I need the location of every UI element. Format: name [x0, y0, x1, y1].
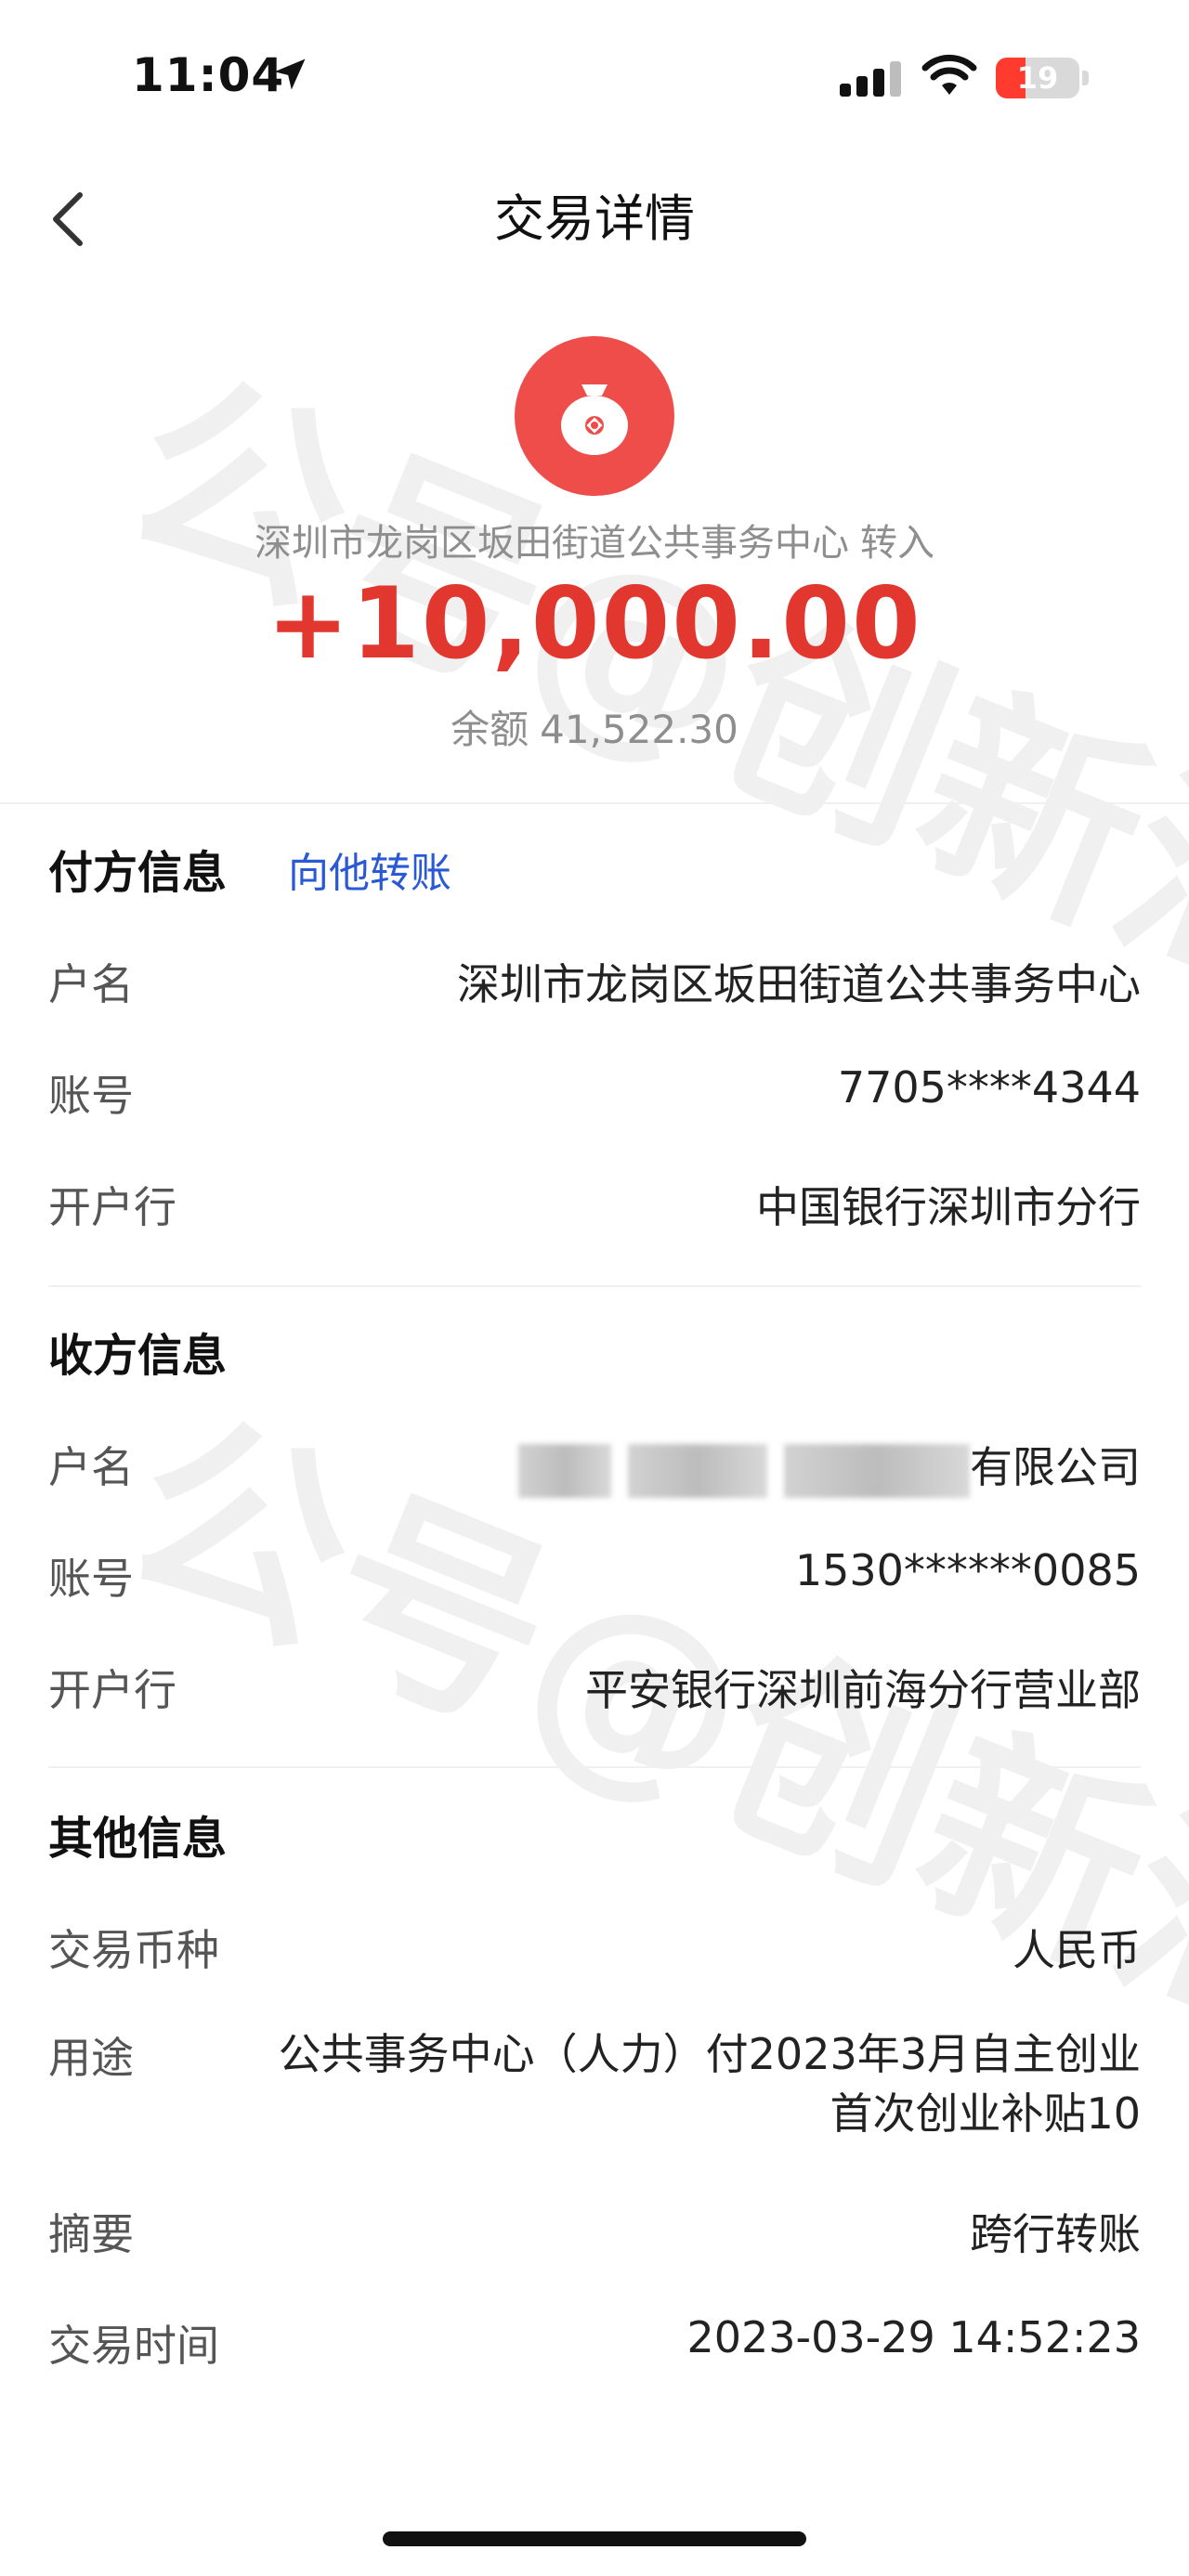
- balance-label: 余额: [451, 707, 529, 752]
- counterparty-name: 深圳市龙岗区坂田街道公共事务中心: [255, 522, 849, 565]
- purpose-line-1: 公共事务中心（人力）付2023年3月自主创业: [278, 2029, 1141, 2079]
- row-value: 2023-03-29 14:52:23: [686, 2312, 1141, 2362]
- home-indicator: [383, 2531, 806, 2546]
- row-label: 用途: [48, 2033, 134, 2083]
- balance-line: 余额 41,522.30: [0, 698, 1189, 755]
- transfer-direction: 转入: [860, 522, 934, 565]
- row-value: 7705****4344: [837, 1062, 1141, 1112]
- status-time: 11:04: [132, 48, 285, 102]
- redacted-text: [628, 1443, 767, 1498]
- row-value: 人民币: [1013, 1925, 1141, 1975]
- status-bar: 11:04 19: [0, 0, 1189, 139]
- row-label: 户名: [48, 959, 134, 1009]
- row-value: 1530******0085: [794, 1545, 1141, 1595]
- row-label: 交易币种: [48, 1925, 219, 1975]
- row-label: 摘要: [48, 2209, 134, 2259]
- row-value: 平安银行深圳前海分行营业部: [585, 1665, 1141, 1715]
- row-label: 开户行: [48, 1182, 176, 1232]
- payee-section-title: 收方信息: [48, 1330, 228, 1382]
- row-label: 交易时间: [48, 2321, 219, 2371]
- money-bag-icon: [515, 336, 674, 496]
- row-value: 有限公司: [518, 1434, 1141, 1498]
- section-divider: [48, 1285, 1141, 1287]
- row-value: 深圳市龙岗区坂田街道公共事务中心: [457, 959, 1141, 1009]
- row-value: 跨行转账: [970, 2209, 1141, 2259]
- row-label: 开户行: [48, 1665, 176, 1715]
- battery-level: 19: [1016, 60, 1059, 96]
- battery-icon: 19: [996, 58, 1091, 100]
- row-label: 账号: [48, 1554, 134, 1604]
- payee-name-suffix: 有限公司: [970, 1442, 1141, 1492]
- section-divider: [0, 802, 1189, 804]
- signal-icon: [840, 61, 901, 97]
- row-value: 中国银行深圳市分行: [756, 1182, 1141, 1232]
- redacted-text: [518, 1443, 611, 1498]
- counterparty-line: 深圳市龙岗区坂田街道公共事务中心 转入: [0, 513, 1189, 566]
- row-label: 户名: [48, 1442, 134, 1492]
- row-label: 账号: [48, 1071, 134, 1121]
- balance-value: 41,522.30: [540, 707, 738, 752]
- location-arrow-icon: [274, 59, 306, 90]
- page-title: 交易详情: [494, 189, 695, 248]
- transfer-to-payer-link[interactable]: 向他转账: [288, 839, 451, 899]
- purpose-line-2: 首次创业补贴10: [830, 2088, 1141, 2139]
- row-value: 公共事务中心（人力）付2023年3月自主创业 首次创业补贴10: [212, 2024, 1141, 2143]
- redacted-text: [784, 1443, 970, 1498]
- payer-section-title: 付方信息: [48, 847, 228, 899]
- section-divider: [48, 1766, 1141, 1768]
- wifi-icon: [921, 54, 977, 95]
- transaction-amount: +10,000.00: [267, 566, 922, 681]
- other-section-title: 其他信息: [48, 1813, 228, 1865]
